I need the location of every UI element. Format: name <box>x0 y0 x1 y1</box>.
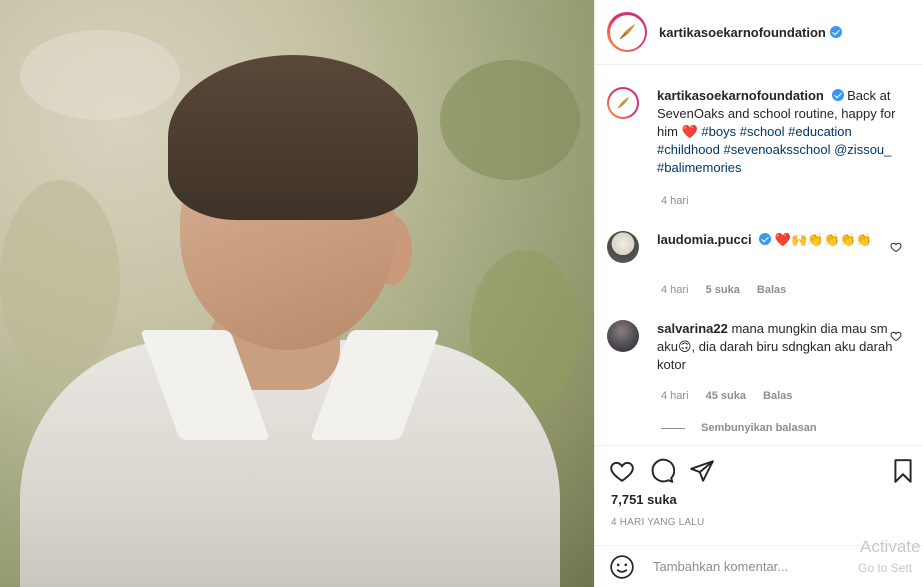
background-foliage <box>0 180 120 380</box>
caption-heart-emoji: ❤️ <box>681 124 698 139</box>
caption: kartikasoekarnofoundation Back at SevenO… <box>607 87 916 177</box>
hashtag[interactable]: #balimemories <box>657 160 742 175</box>
divider <box>661 427 685 429</box>
comment-like-heart-icon[interactable] <box>890 330 902 342</box>
comment-text: salvarina22 mana mungkin dia mau sm aku🙃… <box>657 320 897 374</box>
comment-age[interactable]: 4 hari <box>661 284 689 296</box>
comment-like-heart-icon[interactable] <box>890 241 902 253</box>
hide-replies-label: Sembunyikan balasan <box>701 422 817 434</box>
comment-meta: 4 hari 45 suka Balas <box>661 390 806 402</box>
comment-input[interactable]: Tambahkan komentar... <box>653 559 788 574</box>
commenter-username[interactable]: laudomia.pucci <box>657 232 752 247</box>
post-details-panel: kartikasoekarnofoundation kartikasoekarn… <box>594 0 923 587</box>
bookmark-icon <box>894 459 912 483</box>
background-foliage <box>440 60 580 180</box>
action-icons <box>609 458 715 484</box>
reply-button[interactable]: Balas <box>757 284 786 296</box>
comment-text: laudomia.pucci ❤️🙌👏👏👏👏 <box>657 231 897 263</box>
caption-age[interactable]: 4 hari <box>661 195 689 207</box>
hashtag[interactable]: #childhood <box>657 142 720 157</box>
comment-body: ❤️🙌👏👏👏👏 <box>774 232 873 247</box>
author-avatar[interactable] <box>607 12 647 52</box>
commenter-username[interactable]: salvarina22 <box>657 321 728 336</box>
likes-count[interactable]: 7,751 suka <box>611 492 677 507</box>
hide-replies-button[interactable]: Sembunyikan balasan <box>661 422 817 434</box>
comment-age[interactable]: 4 hari <box>661 390 689 402</box>
commenter-avatar[interactable] <box>607 231 639 263</box>
verified-badge-icon <box>831 89 844 101</box>
background-foliage <box>20 30 180 120</box>
foundation-logo-icon <box>617 96 630 109</box>
reply-button[interactable]: Balas <box>763 390 792 402</box>
author-username[interactable]: kartikasoekarnofoundation <box>659 25 826 40</box>
hashtag[interactable]: #school <box>740 124 785 139</box>
post-actions: 7,751 suka 4 HARI YANG LALU <box>595 445 923 545</box>
hair <box>168 55 418 220</box>
comment-row: laudomia.pucci ❤️🙌👏👏👏👏 <box>607 231 916 263</box>
hashtag[interactable]: #sevenoaksschool <box>724 142 831 157</box>
activation-watermark-title: Activate <box>860 537 921 556</box>
verified-badge-icon <box>829 26 842 38</box>
post-header: kartikasoekarnofoundation <box>595 0 923 65</box>
caption-meta: 4 hari <box>661 195 703 207</box>
post-photo[interactable] <box>0 0 594 587</box>
emoji-icon[interactable] <box>609 554 635 580</box>
commenter-avatar[interactable] <box>607 320 639 352</box>
comment-row: salvarina22 mana mungkin dia mau sm aku🙃… <box>607 320 916 374</box>
caption-avatar[interactable] <box>607 87 639 119</box>
mention[interactable]: @zissou_ <box>834 142 891 157</box>
foundation-logo-icon <box>619 24 635 40</box>
caption-username[interactable]: kartikasoekarnofoundation <box>657 88 824 103</box>
activation-watermark-subtitle: Go to Sett <box>858 561 913 575</box>
comment-icon[interactable] <box>649 458 675 484</box>
caption-text: kartikasoekarnofoundation Back at SevenO… <box>657 87 897 177</box>
comment-likes[interactable]: 45 suka <box>706 390 746 402</box>
comment-meta: 4 hari 5 suka Balas <box>661 284 800 296</box>
post-date[interactable]: 4 HARI YANG LALU <box>611 517 704 528</box>
send-icon[interactable] <box>689 458 715 484</box>
comment-likes[interactable]: 5 suka <box>706 284 740 296</box>
hashtag[interactable]: #education <box>788 124 852 139</box>
heart-icon[interactable] <box>609 458 635 484</box>
hashtag[interactable]: #boys <box>701 124 736 139</box>
bookmark-button[interactable] <box>890 458 916 487</box>
verified-badge-icon <box>759 233 772 245</box>
comments-list: kartikasoekarnofoundation Back at SevenO… <box>595 65 923 445</box>
